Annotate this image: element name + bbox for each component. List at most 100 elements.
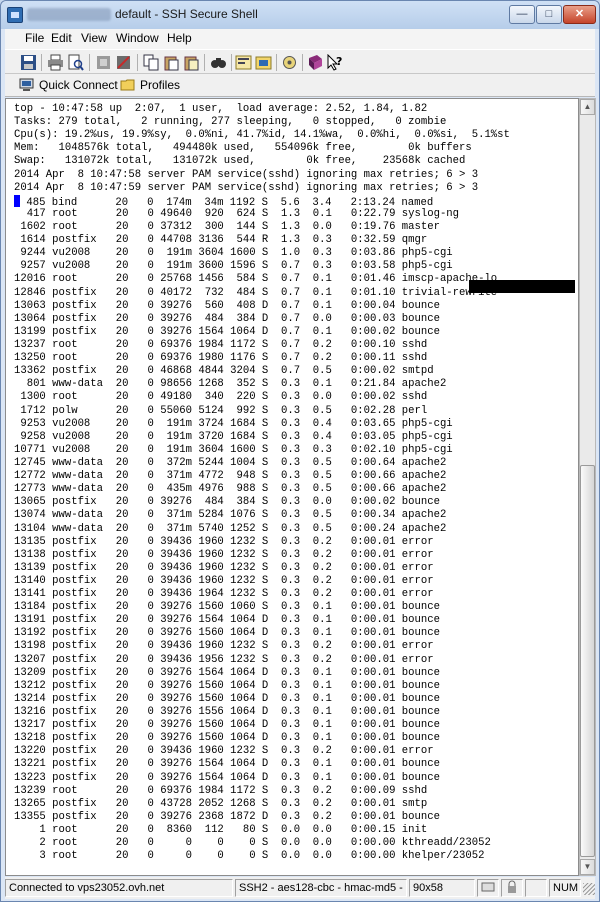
scroll-down-icon[interactable]: ▼	[580, 859, 595, 875]
quick-connect-button[interactable]: Quick Connect	[19, 77, 118, 94]
status-connection: Connected to vps23052.ovh.net	[5, 879, 233, 897]
terminal-line: 13218 postfix 20 0 39276 1560 1064 D 0.3…	[14, 732, 440, 745]
status-size: 90x58	[409, 879, 475, 897]
profiles-button[interactable]: Profiles	[120, 77, 180, 94]
redacted-block	[469, 280, 575, 293]
toolbar: ?	[5, 49, 595, 74]
copy-icon[interactable]	[143, 54, 160, 71]
terminal-line: 13223 postfix 20 0 39276 1564 1064 D 0.3…	[14, 771, 440, 784]
terminal-line: 2014 Apr 8 10:47:58 server PAM service(s…	[14, 168, 479, 181]
terminal-line: 13192 postfix 20 0 39276 1560 1064 D 0.3…	[14, 627, 440, 640]
terminal-line: 13139 postfix 20 0 39436 1960 1232 S 0.3…	[14, 561, 434, 574]
terminal-line: 1712 polw 20 0 55060 5124 992 S 0.3 0.5 …	[14, 404, 428, 417]
blurred-hostname	[27, 8, 111, 21]
close-button[interactable]: ✕	[563, 5, 596, 24]
toolbar-separator	[276, 54, 277, 71]
paste-special-icon[interactable]	[183, 54, 200, 71]
help-book-icon[interactable]	[307, 54, 324, 71]
menu-file[interactable]: File	[25, 31, 44, 45]
terminal-line: 13141 postfix 20 0 39436 1964 1232 S 0.3…	[14, 588, 434, 601]
terminal-line: Tasks: 279 total, 2 running, 277 sleepin…	[14, 116, 447, 129]
terminal-line: 13140 postfix 20 0 39436 1960 1232 S 0.3…	[14, 574, 434, 587]
color-settings-icon[interactable]	[281, 54, 298, 71]
terminal-line: 13207 postfix 20 0 39436 1956 1232 S 0.3…	[14, 653, 434, 666]
terminal-line: 801 www-data 20 0 98656 1268 352 S 0.3 0…	[14, 378, 447, 391]
toolbar-separator	[89, 54, 90, 71]
quick-connect-icon	[19, 78, 34, 91]
menu-help[interactable]: Help	[167, 31, 192, 45]
terminal-line: 13355 postfix 20 0 39276 2368 1872 D 0.3…	[14, 810, 440, 823]
terminal-line: Cpu(s): 19.2%us, 19.9%sy, 0.0%ni, 41.7%i…	[14, 129, 510, 142]
terminal-line: 13138 postfix 20 0 39436 1960 1232 S 0.3…	[14, 548, 434, 561]
terminal-line: 13221 postfix 20 0 39276 1564 1064 D 0.3…	[14, 758, 440, 771]
window-title: default - SSH Secure Shell	[115, 7, 258, 21]
toolbar-separator	[302, 54, 303, 71]
maximize-button[interactable]: □	[536, 5, 562, 24]
toolbar-separator	[137, 54, 138, 71]
terminal-line: Mem: 1048576k total, 494480k used, 55409…	[14, 142, 472, 155]
ssh-client-window: default - SSH Secure Shell — □ ✕ File Ed…	[0, 0, 600, 902]
title-bar[interactable]: default - SSH Secure Shell — □ ✕	[1, 1, 599, 29]
menu-edit[interactable]: Edit	[51, 31, 72, 45]
whats-this-help-icon[interactable]: ?	[326, 54, 343, 71]
status-bar: Connected to vps23052.ovh.net SSH2 - aes…	[5, 877, 595, 899]
quick-connect-label: Quick Connect	[39, 78, 118, 92]
terminal-line: 13362 postfix 20 0 46868 4844 3204 S 0.7…	[14, 365, 434, 378]
menu-window[interactable]: Window	[116, 31, 159, 45]
menu-bar: File Edit View Window Help	[5, 29, 595, 49]
toolbar-separator	[204, 54, 205, 71]
terminal-line: 13250 root 20 0 69376 1980 1176 S 0.7 0.…	[14, 352, 428, 365]
status-cipher: SSH2 - aes128-cbc - hmac-md5 - no	[235, 879, 407, 897]
terminal-line: 1 root 20 0 8360 112 80 S 0.0 0.0 0:00.1…	[14, 824, 428, 837]
maximize-icon: □	[545, 8, 553, 20]
terminal-line: 2 root 20 0 0 0 0 S 0.0 0.0 0:00.00 kthr…	[14, 837, 491, 850]
terminal-line: 2014 Apr 8 10:47:59 server PAM service(s…	[14, 181, 479, 194]
terminal-line: 13265 postfix 20 0 43728 2052 1268 S 0.3…	[14, 797, 428, 810]
terminal-line: 13212 postfix 20 0 39276 1560 1064 D 0.3…	[14, 679, 440, 692]
terminal-line: 13104 www-data 20 0 371m 5740 1252 S 0.3…	[14, 522, 447, 535]
terminal-line: 13065 postfix 20 0 39276 484 384 S 0.3 0…	[14, 496, 440, 509]
keyboard-icon	[481, 882, 495, 892]
print-icon[interactable]	[47, 54, 64, 71]
menu-view[interactable]: View	[81, 31, 107, 45]
save-icon[interactable]	[20, 54, 37, 71]
terminal-line: 1300 root 20 0 49180 340 220 S 0.3 0.0 0…	[14, 391, 428, 404]
terminal-line: 13135 postfix 20 0 39436 1960 1232 S 0.3…	[14, 535, 434, 548]
terminal-line: 13216 postfix 20 0 39276 1556 1064 D 0.3…	[14, 706, 440, 719]
terminal-line: 1602 root 20 0 37312 300 144 S 1.3 0.0 0…	[14, 220, 440, 233]
status-icon-3	[525, 879, 547, 897]
terminal-line: 9258 vu2008 20 0 191m 3720 1684 S 0.3 0.…	[14, 430, 453, 443]
disconnect-icon[interactable]	[115, 54, 132, 71]
terminal-line: 12772 www-data 20 0 371m 4772 948 S 0.3 …	[14, 470, 447, 483]
new-file-transfer-icon[interactable]	[255, 54, 272, 71]
terminal-line: 1614 postfix 20 0 44708 3136 544 R 1.3 0…	[14, 234, 428, 247]
lock-icon	[508, 880, 516, 893]
terminal-line: 12016 root 20 0 25768 1456 584 S 0.7 0.1…	[14, 273, 498, 286]
paste-icon[interactable]	[163, 54, 180, 71]
terminal-line: 13198 postfix 20 0 39436 1960 1232 S 0.3…	[14, 640, 434, 653]
terminal-line: 9253 vu2008 20 0 191m 3724 1684 S 0.3 0.…	[14, 417, 453, 430]
new-connection-icon[interactable]	[95, 54, 112, 71]
status-num: NUM	[549, 879, 581, 897]
terminal-line: 13214 postfix 20 0 39276 1560 1064 D 0.3…	[14, 692, 440, 705]
find-icon[interactable]	[210, 54, 227, 71]
terminal-line: 9257 vu2008 20 0 191m 3600 1596 S 0.7 0.…	[14, 260, 453, 273]
terminal-line: 13063 postfix 20 0 39276 560 408 D 0.7 0…	[14, 299, 440, 312]
terminal-line: 417 root 20 0 49640 920 624 S 1.3 0.1 0:…	[14, 207, 460, 220]
profiles-folder-icon	[120, 79, 135, 91]
status-icon-1	[477, 879, 499, 897]
terminal-line-text: 485 bind 20 0 174m 34m 1192 S 5.6 3.4 2:…	[20, 196, 434, 208]
terminal-scrollbar[interactable]: ▲ ▼	[579, 98, 596, 876]
terminal-line: 3 root 20 0 0 0 0 S 0.0 0.0 0:00.00 khel…	[14, 850, 485, 863]
terminal-line: 13191 postfix 20 0 39276 1564 1064 D 0.3…	[14, 614, 440, 627]
terminal-line: 13237 root 20 0 69376 1984 1172 S 0.7 0.…	[14, 338, 428, 351]
settings-icon[interactable]	[235, 54, 252, 71]
scrollbar-thumb[interactable]	[580, 465, 595, 857]
terminal-line: 12745 www-data 20 0 372m 5244 1004 S 0.3…	[14, 456, 447, 469]
scroll-up-icon[interactable]: ▲	[580, 99, 595, 115]
resize-grip[interactable]	[583, 883, 595, 895]
minimize-button[interactable]: —	[509, 5, 535, 24]
print-preview-icon[interactable]	[67, 54, 84, 71]
terminal-view[interactable]: top - 10:47:58 up 2:07, 1 user, load ave…	[5, 98, 579, 876]
terminal-line: 13074 www-data 20 0 371m 5284 1076 S 0.3…	[14, 509, 447, 522]
